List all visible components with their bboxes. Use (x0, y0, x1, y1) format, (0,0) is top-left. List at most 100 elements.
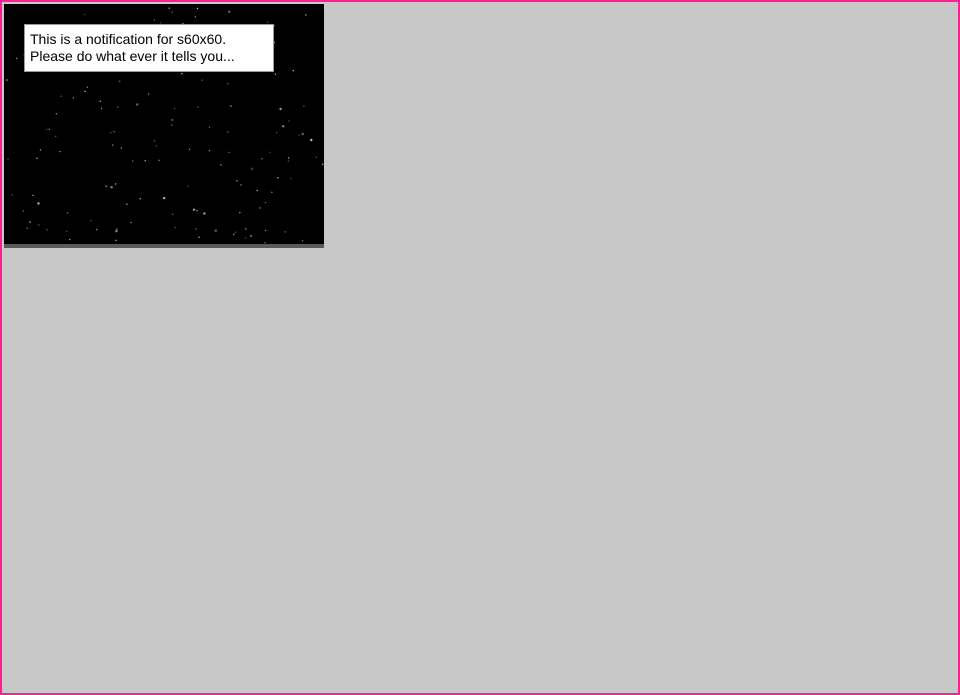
star (203, 212, 206, 215)
star (153, 19, 156, 21)
star (240, 184, 242, 186)
star (90, 219, 92, 222)
star (322, 163, 324, 165)
star (173, 107, 176, 110)
star (72, 97, 75, 99)
star (55, 113, 57, 115)
star (105, 185, 107, 187)
star (259, 207, 261, 209)
star (301, 132, 304, 136)
star (158, 159, 160, 161)
device-bottom-bar (4, 244, 324, 248)
star (292, 70, 294, 72)
star (7, 158, 9, 160)
star (249, 234, 253, 238)
star (38, 224, 40, 226)
star (271, 191, 273, 193)
star (233, 233, 235, 235)
notification-line-2: Please do what ever it tells you... (30, 48, 235, 64)
star (192, 208, 196, 211)
star (48, 128, 50, 130)
star (46, 229, 48, 231)
star (196, 7, 199, 10)
star (37, 202, 40, 205)
star (181, 72, 183, 75)
star (84, 90, 86, 93)
star (196, 209, 198, 212)
star (96, 228, 98, 231)
star (113, 131, 115, 133)
star (29, 221, 31, 223)
star (301, 240, 304, 242)
star (171, 124, 173, 126)
star (130, 221, 132, 224)
star (171, 11, 173, 13)
star (275, 132, 278, 134)
star (244, 237, 247, 239)
star (288, 120, 290, 122)
star (86, 86, 89, 89)
star (155, 145, 158, 147)
star (290, 177, 292, 180)
star (198, 236, 200, 238)
star (116, 228, 118, 230)
star (115, 239, 117, 242)
star (111, 144, 114, 146)
star (22, 210, 25, 212)
star (277, 177, 279, 179)
star (264, 229, 267, 232)
star (303, 105, 305, 108)
star (59, 150, 61, 153)
star (195, 228, 197, 230)
star (168, 7, 170, 9)
star (197, 106, 199, 108)
star (256, 189, 258, 192)
device-screen[interactable]: This is a notification for s60x60. Pleas… (4, 4, 324, 244)
star (114, 183, 117, 185)
star (153, 140, 156, 142)
star (261, 158, 263, 160)
star (139, 198, 141, 200)
star (234, 231, 237, 233)
star (251, 168, 253, 170)
star (187, 185, 189, 187)
star (120, 147, 123, 149)
star (188, 148, 191, 150)
star (163, 196, 166, 200)
star (66, 230, 68, 233)
star (228, 151, 230, 154)
star (60, 95, 62, 97)
star (208, 150, 210, 152)
star (245, 228, 247, 230)
star (174, 226, 176, 229)
star (36, 157, 38, 159)
star (117, 106, 119, 108)
star (136, 103, 139, 106)
notification-popup[interactable]: This is a notification for s60x60. Pleas… (24, 24, 274, 72)
star (172, 213, 174, 215)
star (39, 149, 42, 151)
star (287, 160, 290, 162)
star (144, 160, 146, 162)
star (84, 13, 86, 16)
star (236, 180, 238, 182)
star (305, 14, 307, 16)
star (5, 78, 8, 82)
star (228, 10, 231, 13)
star (298, 134, 300, 136)
star (227, 83, 229, 85)
star (264, 202, 267, 204)
star (220, 164, 222, 166)
star (100, 107, 103, 110)
star (99, 100, 102, 103)
star (239, 211, 241, 214)
star (208, 126, 211, 128)
star (11, 194, 13, 196)
star (230, 105, 232, 107)
star (310, 138, 313, 142)
star (126, 203, 128, 205)
star (110, 186, 113, 189)
star (66, 212, 69, 214)
notification-line-1: This is a notification for s60x60. (30, 31, 227, 47)
star (287, 157, 290, 159)
